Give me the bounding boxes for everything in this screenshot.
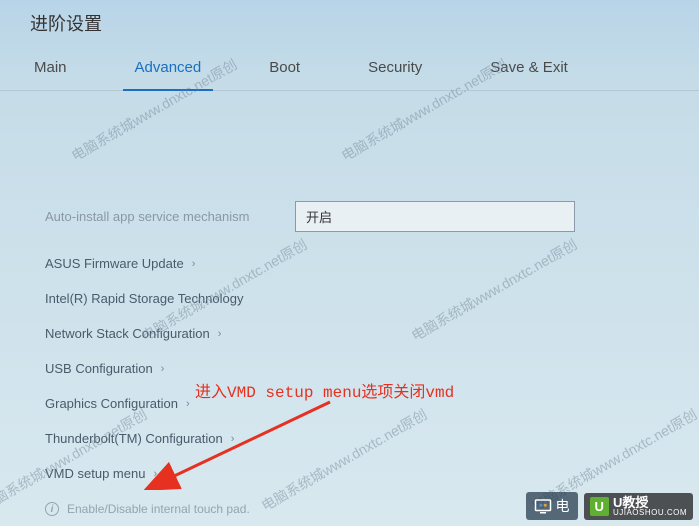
tab-boot[interactable]: Boot bbox=[265, 51, 304, 90]
logo2-sub: UJIAOSHOU.COM bbox=[613, 509, 687, 517]
page-title: 进阶设置 bbox=[30, 10, 669, 36]
logo1-text: 电 bbox=[556, 496, 570, 516]
tab-main[interactable]: Main bbox=[30, 51, 71, 90]
setting-value-auto-install[interactable]: 开启 bbox=[295, 201, 575, 232]
menu-label: Intel(R) Rapid Storage Technology bbox=[45, 291, 244, 306]
watermark-logos: 电 U U教授 UJIAOSHOU.COM bbox=[526, 492, 693, 520]
monitor-icon bbox=[534, 497, 552, 515]
tab-advanced[interactable]: Advanced bbox=[131, 51, 206, 90]
menu-thunderbolt-config[interactable]: Thunderbolt(TM) Configuration › bbox=[45, 425, 654, 452]
menu-intel-rst[interactable]: Intel(R) Rapid Storage Technology bbox=[45, 285, 654, 312]
logo2-main: U教授 bbox=[613, 496, 687, 509]
tab-bar: Main Advanced Boot Security Save & Exit bbox=[0, 41, 699, 91]
annotation-arrow-icon bbox=[140, 390, 340, 490]
menu-asus-firmware-update[interactable]: ASUS Firmware Update › bbox=[45, 250, 654, 277]
footer-help-text: Enable/Disable internal touch pad. bbox=[67, 502, 250, 516]
chevron-right-icon: › bbox=[192, 258, 196, 270]
footer-help: i Enable/Disable internal touch pad. bbox=[45, 502, 250, 516]
tab-security[interactable]: Security bbox=[364, 51, 426, 90]
logo-ujiaoshou: U U教授 UJIAOSHOU.COM bbox=[584, 493, 693, 520]
annotation-text: 进入VMD setup menu选项关闭vmd bbox=[195, 378, 454, 402]
menu-network-stack[interactable]: Network Stack Configuration › bbox=[45, 320, 654, 347]
menu-label: VMD setup menu bbox=[45, 466, 145, 481]
tab-save-exit[interactable]: Save & Exit bbox=[486, 51, 572, 90]
chevron-right-icon: › bbox=[218, 328, 222, 340]
menu-vmd-setup[interactable]: VMD setup menu › bbox=[45, 460, 654, 487]
chevron-right-icon: › bbox=[161, 363, 165, 375]
logo-dnxtc: 电 bbox=[526, 492, 578, 520]
menu-label: ASUS Firmware Update bbox=[45, 256, 184, 271]
menu-label: USB Configuration bbox=[45, 361, 153, 376]
menu-label: Network Stack Configuration bbox=[45, 326, 210, 341]
logo2-badge: U bbox=[590, 497, 609, 516]
info-icon: i bbox=[45, 502, 59, 516]
setting-label-auto-install: Auto-install app service mechanism bbox=[45, 209, 295, 224]
